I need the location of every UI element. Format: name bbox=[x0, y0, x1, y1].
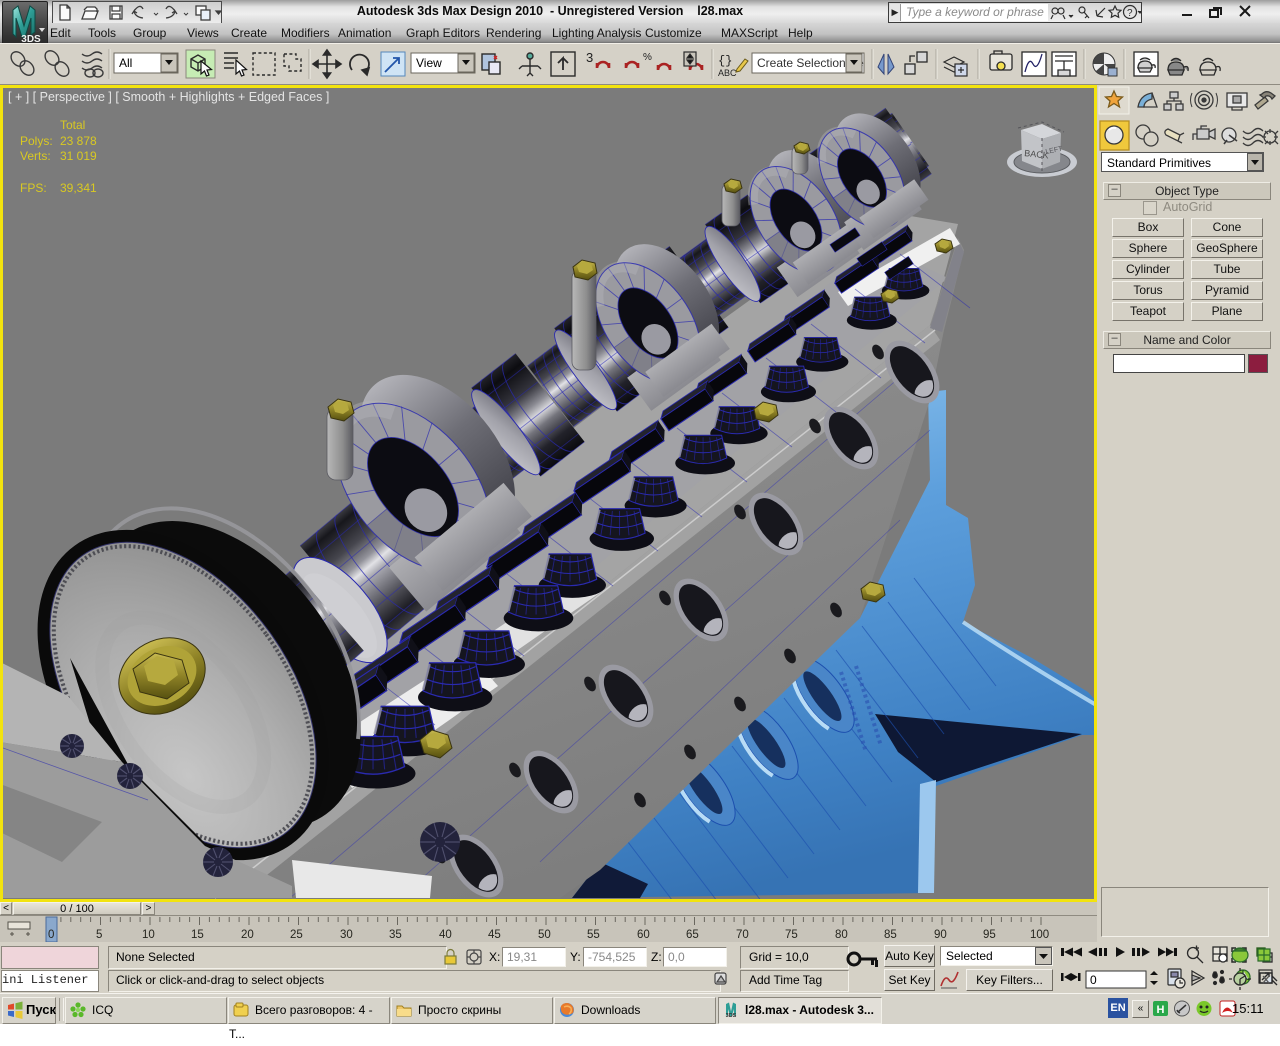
svg-text:Polys:: Polys: bbox=[20, 134, 53, 148]
svg-text:95: 95 bbox=[983, 929, 996, 941]
svg-text:5: 5 bbox=[96, 929, 102, 941]
svg-text:ABC: ABC bbox=[718, 68, 737, 78]
svg-text:55: 55 bbox=[587, 929, 600, 941]
svg-text:65: 65 bbox=[686, 929, 699, 941]
svg-text:90: 90 bbox=[934, 929, 947, 941]
svg-text:10: 10 bbox=[142, 929, 155, 941]
svg-text:20: 20 bbox=[241, 929, 254, 941]
svg-text:25: 25 bbox=[290, 929, 303, 941]
svg-text:30: 30 bbox=[340, 929, 353, 941]
svg-text:3: 3 bbox=[586, 50, 593, 65]
svg-text:85: 85 bbox=[884, 929, 897, 941]
svg-text:31 019: 31 019 bbox=[60, 149, 97, 163]
svg-text:0: 0 bbox=[1090, 973, 1097, 987]
svg-text:39,341: 39,341 bbox=[60, 181, 97, 195]
svg-text:[ + ] [ Perspective ] [ Smooth: [ + ] [ Perspective ] [ Smooth + Highlig… bbox=[8, 90, 329, 104]
svg-text:Verts:: Verts: bbox=[20, 149, 51, 163]
svg-text:75: 75 bbox=[785, 929, 798, 941]
svg-text:100: 100 bbox=[1030, 929, 1049, 941]
svg-text:15: 15 bbox=[191, 929, 204, 941]
svg-text:35: 35 bbox=[389, 929, 402, 941]
svg-text:H: H bbox=[1157, 1004, 1165, 1016]
svg-text:{}: {} bbox=[718, 54, 732, 68]
svg-text:70: 70 bbox=[736, 929, 749, 941]
svg-text:3DS: 3DS bbox=[726, 1013, 737, 1018]
svg-text:45: 45 bbox=[488, 929, 501, 941]
svg-text:View: View bbox=[416, 56, 442, 70]
svg-text:FPS:: FPS: bbox=[20, 181, 47, 195]
svg-text:80: 80 bbox=[835, 929, 848, 941]
svg-text:40: 40 bbox=[439, 929, 452, 941]
svg-text:23 878: 23 878 bbox=[60, 134, 97, 148]
svg-text:50: 50 bbox=[538, 929, 551, 941]
svg-text:0: 0 bbox=[48, 929, 54, 941]
svg-text:%: % bbox=[643, 52, 652, 63]
svg-text:?: ? bbox=[1127, 8, 1133, 19]
svg-text:60: 60 bbox=[637, 929, 650, 941]
svg-text:All: All bbox=[119, 56, 132, 70]
svg-text:Total: Total bbox=[60, 118, 85, 132]
